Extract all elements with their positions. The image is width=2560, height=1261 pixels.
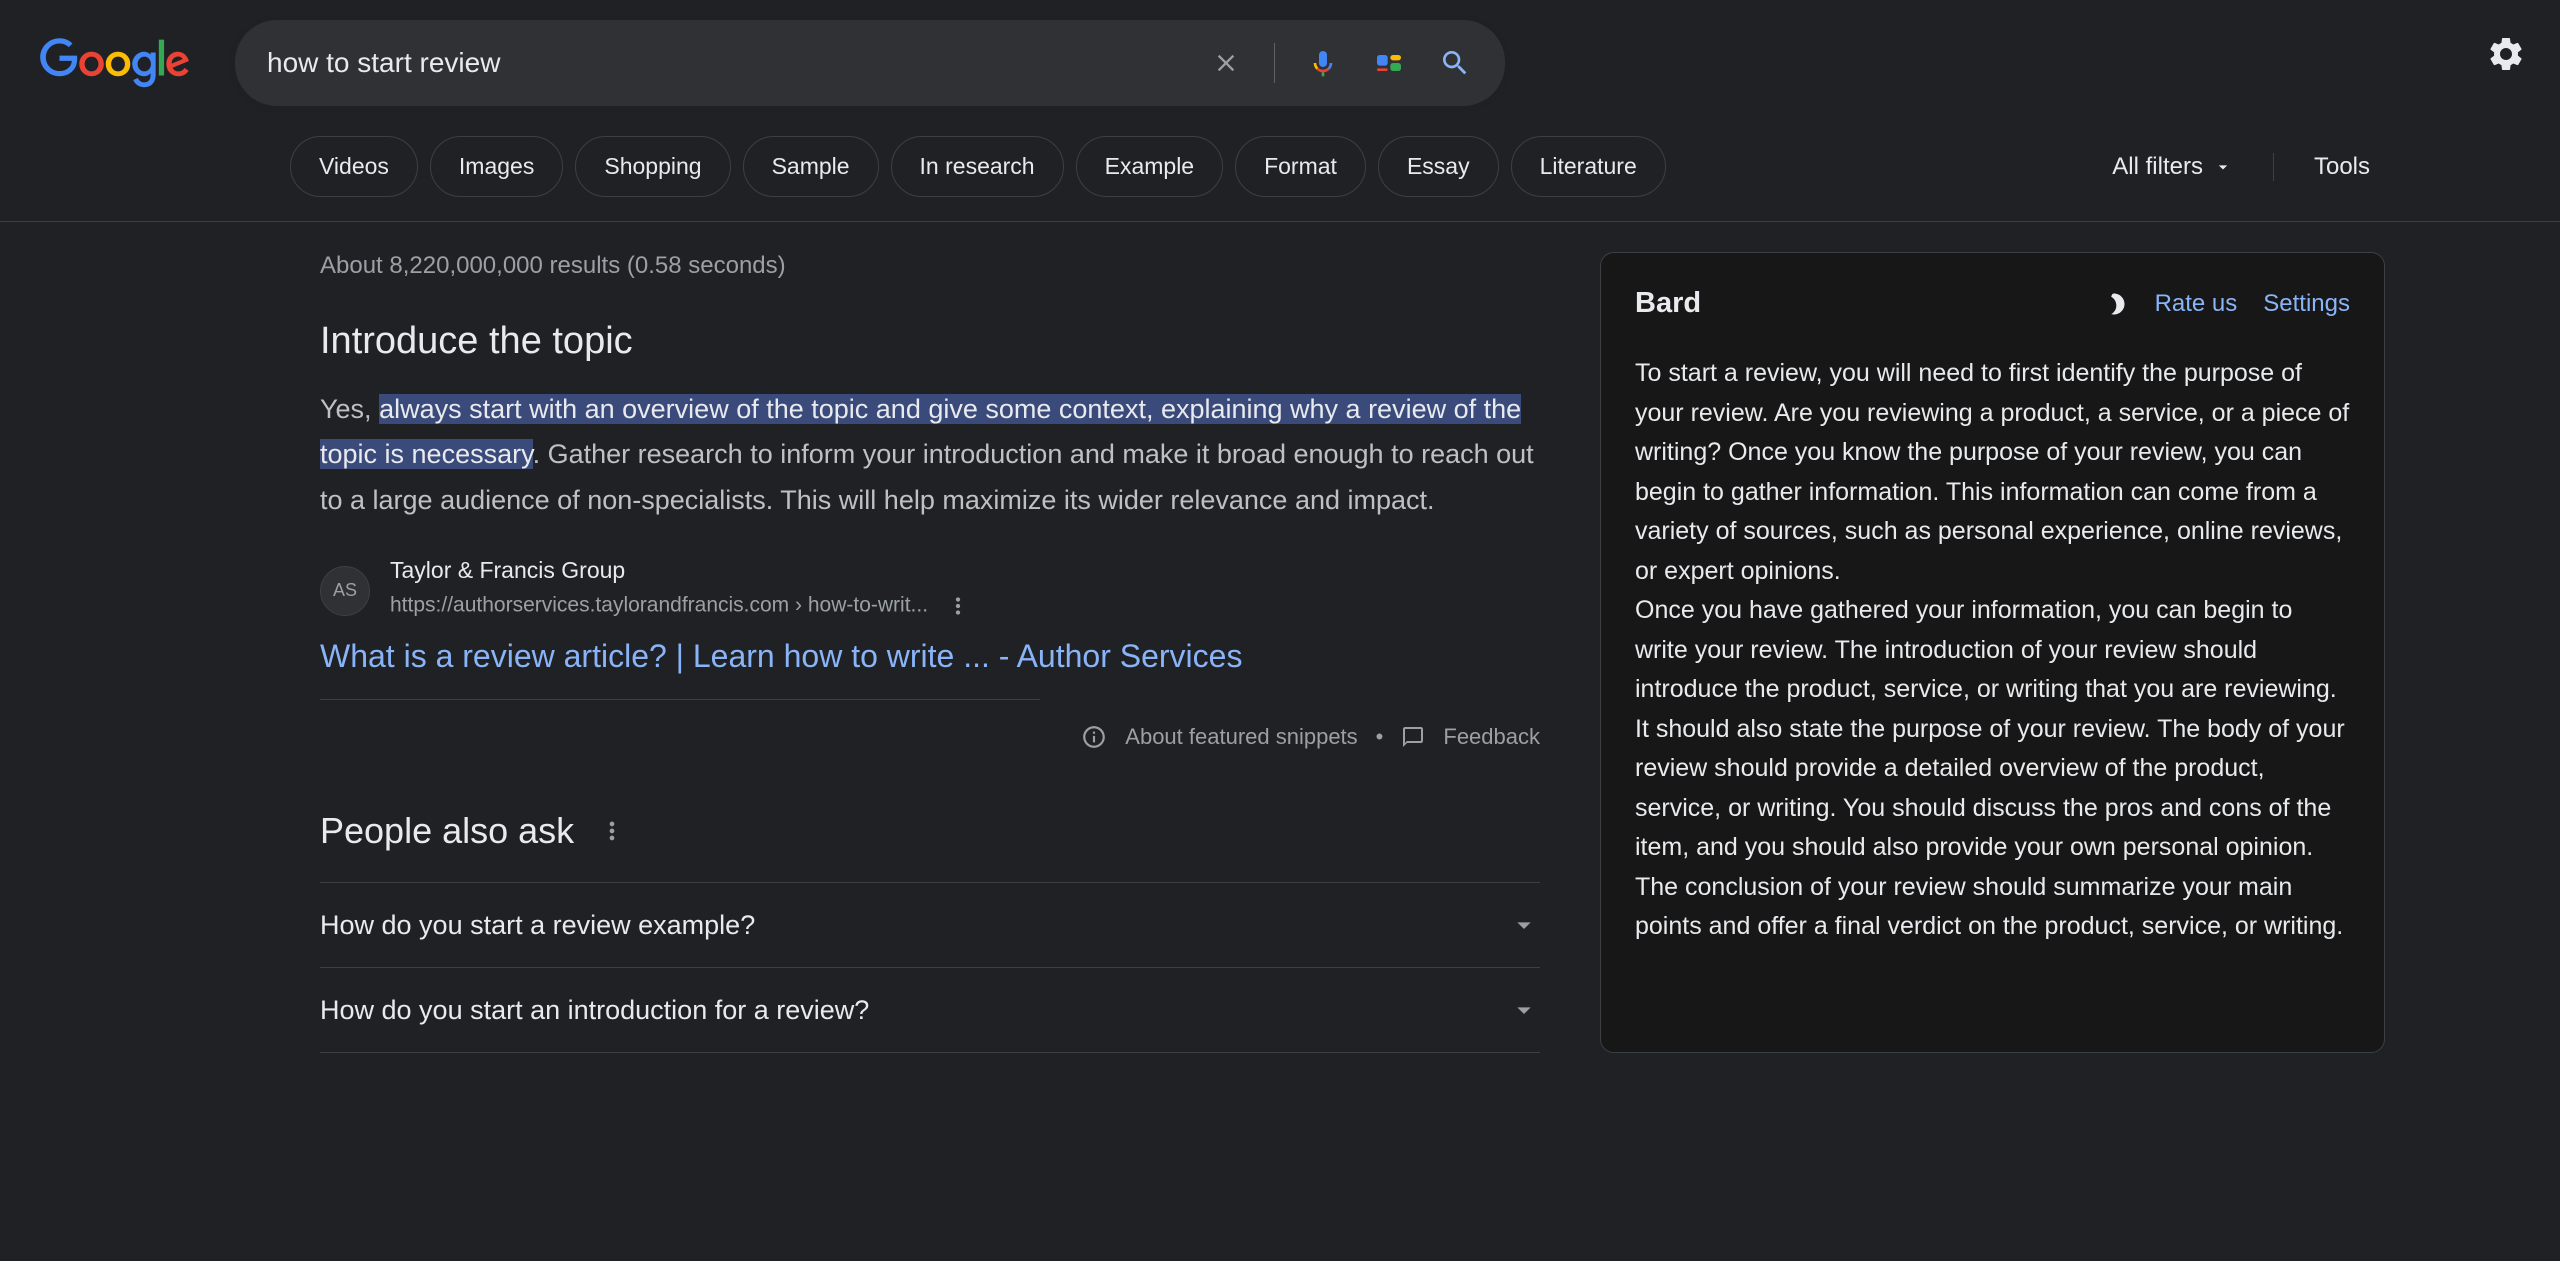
voice-search-icon[interactable]	[1305, 45, 1341, 81]
chip-essay[interactable]: Essay	[1378, 136, 1499, 197]
snippet-footer-row: About featured snippets • Feedback	[320, 724, 1540, 750]
moon-icon[interactable]	[2099, 289, 2129, 319]
paa-item[interactable]: How do you start a review example?	[320, 882, 1540, 967]
chip-videos[interactable]: Videos	[290, 136, 418, 197]
bard-paragraph: To start a review, you will need to firs…	[1635, 359, 2349, 585]
source-name: Taylor & Francis Group	[390, 557, 976, 584]
all-filters-button[interactable]: All filters	[2112, 153, 2233, 181]
more-options-icon[interactable]	[940, 588, 976, 624]
bard-settings-link[interactable]: Settings	[2263, 290, 2350, 318]
search-bar	[235, 20, 1505, 106]
paa-more-options-icon[interactable]	[594, 813, 630, 849]
clear-icon[interactable]	[1208, 45, 1244, 81]
feedback-flag-icon	[1401, 725, 1425, 749]
result-stats: About 8,220,000,000 results (0.58 second…	[320, 252, 1540, 280]
chip-example[interactable]: Example	[1076, 136, 1223, 197]
dot-separator: •	[1376, 724, 1384, 750]
result-title-link[interactable]: What is a review article? | Learn how to…	[320, 638, 1540, 675]
info-icon	[1081, 724, 1107, 750]
bard-rate-us-link[interactable]: Rate us	[2155, 290, 2238, 318]
bard-panel: Bard Rate us Settings To start a review,…	[1600, 252, 2385, 1053]
chip-shopping[interactable]: Shopping	[575, 136, 730, 197]
snippet-prefix: Yes,	[320, 394, 379, 424]
featured-snippet-text: Yes, always start with an overview of th…	[320, 387, 1540, 523]
google-logo[interactable]	[30, 33, 200, 93]
paa-item[interactable]: How do you start an introduction for a r…	[320, 967, 1540, 1053]
search-input[interactable]	[267, 47, 1208, 79]
source-favicon: AS	[320, 566, 370, 616]
about-snippets-link[interactable]: About featured snippets	[1125, 724, 1357, 750]
chip-sample[interactable]: Sample	[743, 136, 879, 197]
result-source-row: AS Taylor & Francis Group https://author…	[320, 557, 1540, 624]
paa-question: How do you start a review example?	[320, 910, 755, 941]
image-search-icon[interactable]	[1371, 45, 1407, 81]
search-submit-icon[interactable]	[1437, 45, 1473, 81]
filter-chips-row: Videos Images Shopping Sample In researc…	[0, 106, 2560, 221]
chip-in-research[interactable]: In research	[891, 136, 1064, 197]
tools-button[interactable]: Tools	[2273, 153, 2370, 181]
people-also-ask-title: People also ask	[320, 810, 574, 852]
chip-images[interactable]: Images	[430, 136, 563, 197]
bard-title: Bard	[1635, 287, 1701, 320]
chip-literature[interactable]: Literature	[1511, 136, 1666, 197]
chevron-down-icon	[1508, 994, 1540, 1026]
bard-paragraph: Once you have gathered your information,…	[1635, 596, 2345, 940]
feedback-link[interactable]: Feedback	[1443, 724, 1540, 750]
paa-question: How do you start an introduction for a r…	[320, 995, 869, 1026]
chip-format[interactable]: Format	[1235, 136, 1366, 197]
settings-gear-icon[interactable]	[2482, 30, 2530, 78]
all-filters-label: All filters	[2112, 153, 2203, 181]
chevron-down-icon	[2213, 157, 2233, 177]
featured-snippet-heading: Introduce the topic	[320, 320, 1540, 363]
source-url: https://authorservices.taylorandfrancis.…	[390, 588, 976, 624]
chevron-down-icon	[1508, 909, 1540, 941]
